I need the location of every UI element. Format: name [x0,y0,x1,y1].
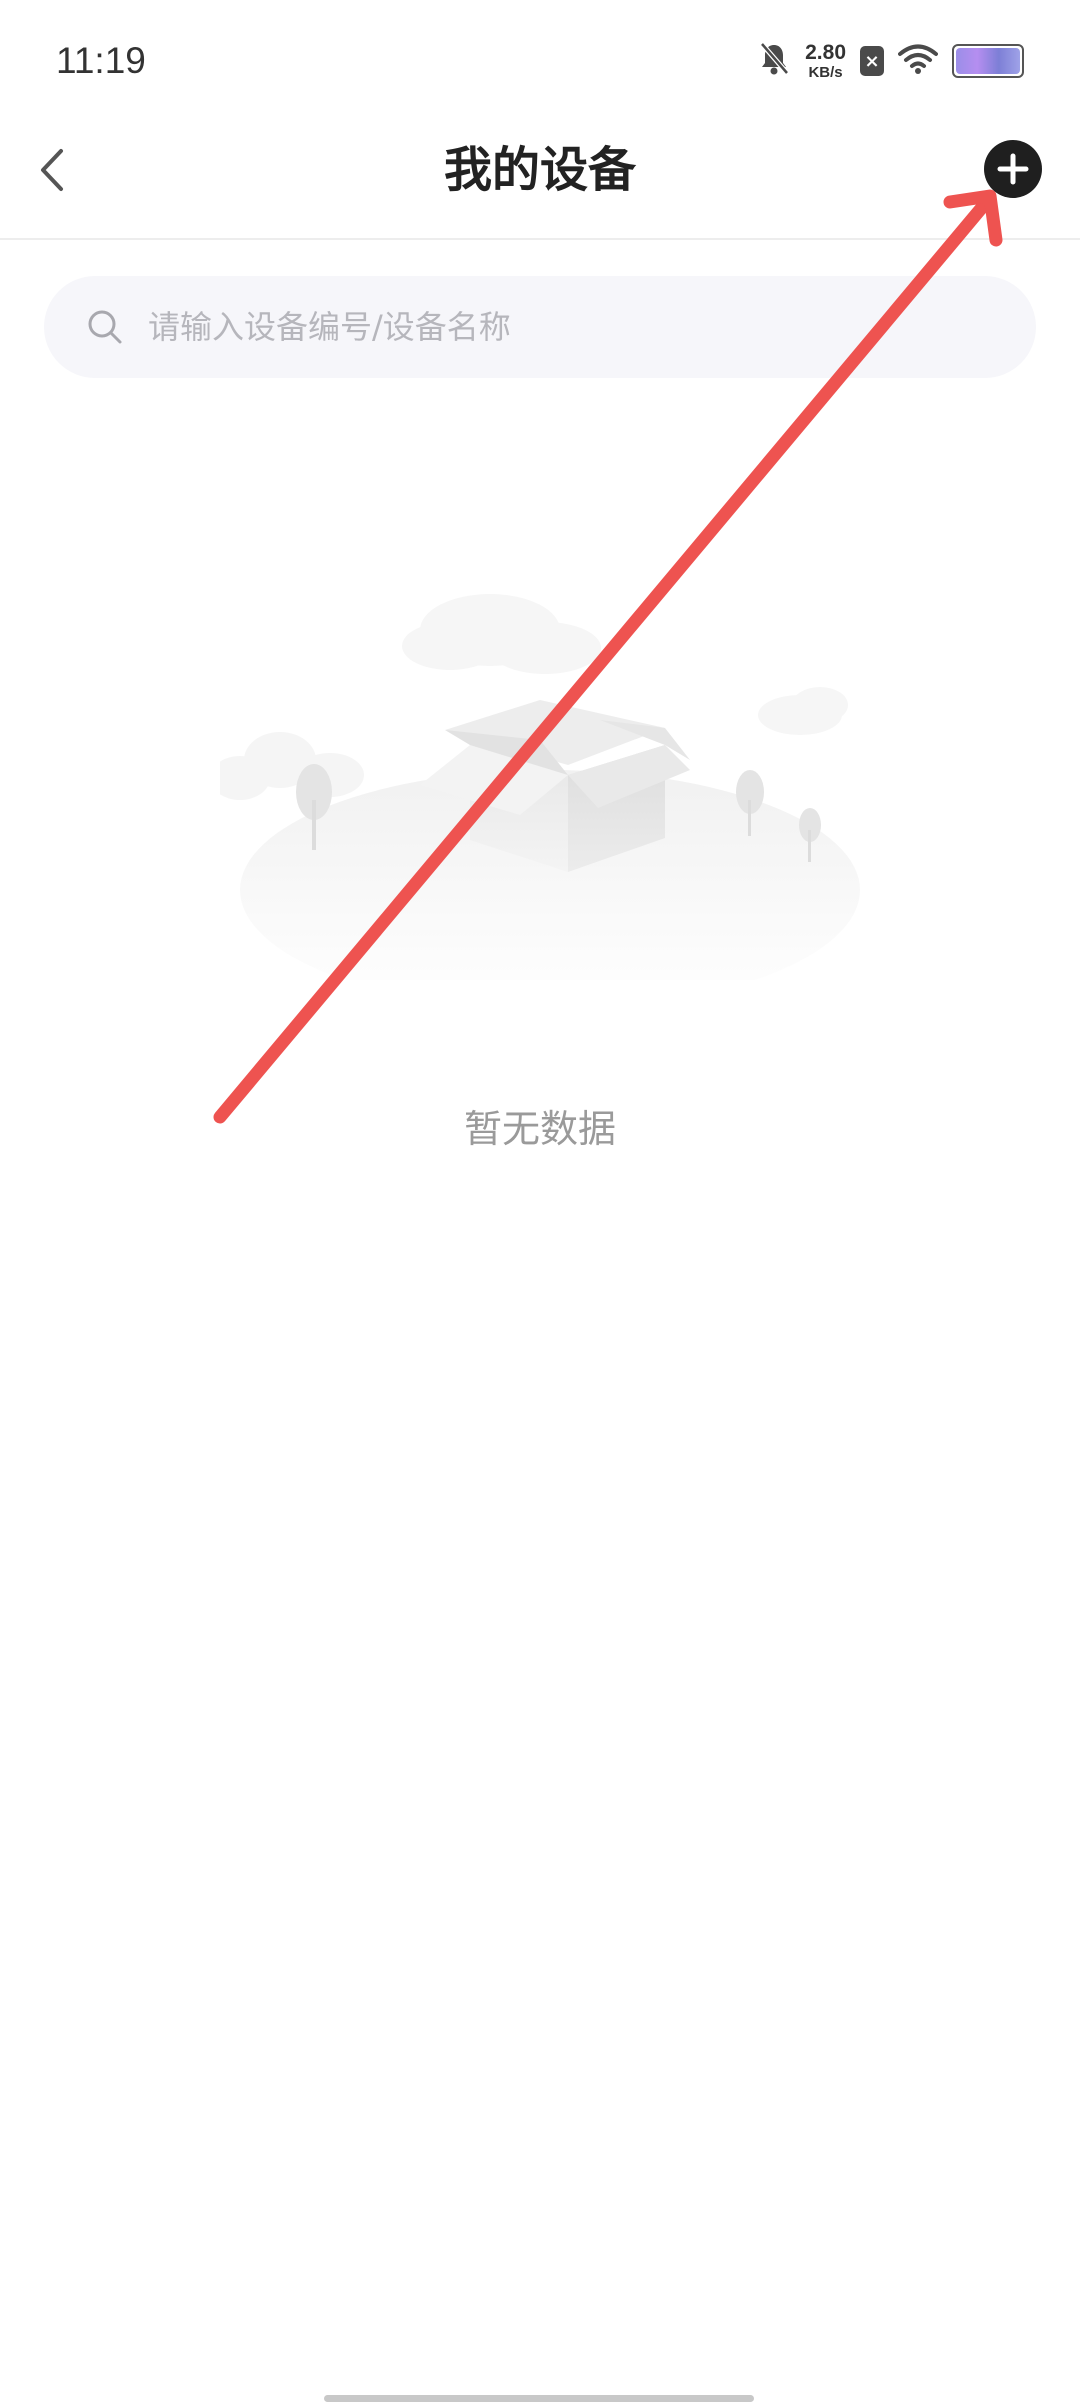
search-input[interactable] [146,307,950,347]
add-device-button[interactable] [984,140,1042,198]
mute-bell-icon [757,41,791,81]
sim-off-icon: × [860,46,884,76]
net-speed-unit: KB/s [808,64,843,81]
status-bar: 11:19 2.80 KB/s × [0,0,1080,120]
plus-circle-icon [997,153,1029,185]
wifi-icon [898,43,938,79]
battery-icon [952,44,1024,78]
battery-level [956,48,1020,74]
page-title: 我的设备 [443,142,636,198]
search-bar[interactable] [44,276,1036,378]
empty-box-illustration [220,594,860,980]
home-indicator[interactable] [324,2395,754,2402]
my-devices-screen: 11:19 2.80 KB/s × 我的设备 请输入设备编号/设备名称 暂无数据 [0,0,1080,2408]
empty-state-message: 暂无数据 [463,1107,616,1151]
net-speed-value: 2.80 [805,41,846,64]
net-speed: 2.80 KB/s [805,42,846,80]
status-time: 11:19 [56,40,146,81]
app-header: 我的设备 [0,120,1080,240]
status-icons: 2.80 KB/s × [757,36,1024,86]
search-icon [88,310,122,344]
